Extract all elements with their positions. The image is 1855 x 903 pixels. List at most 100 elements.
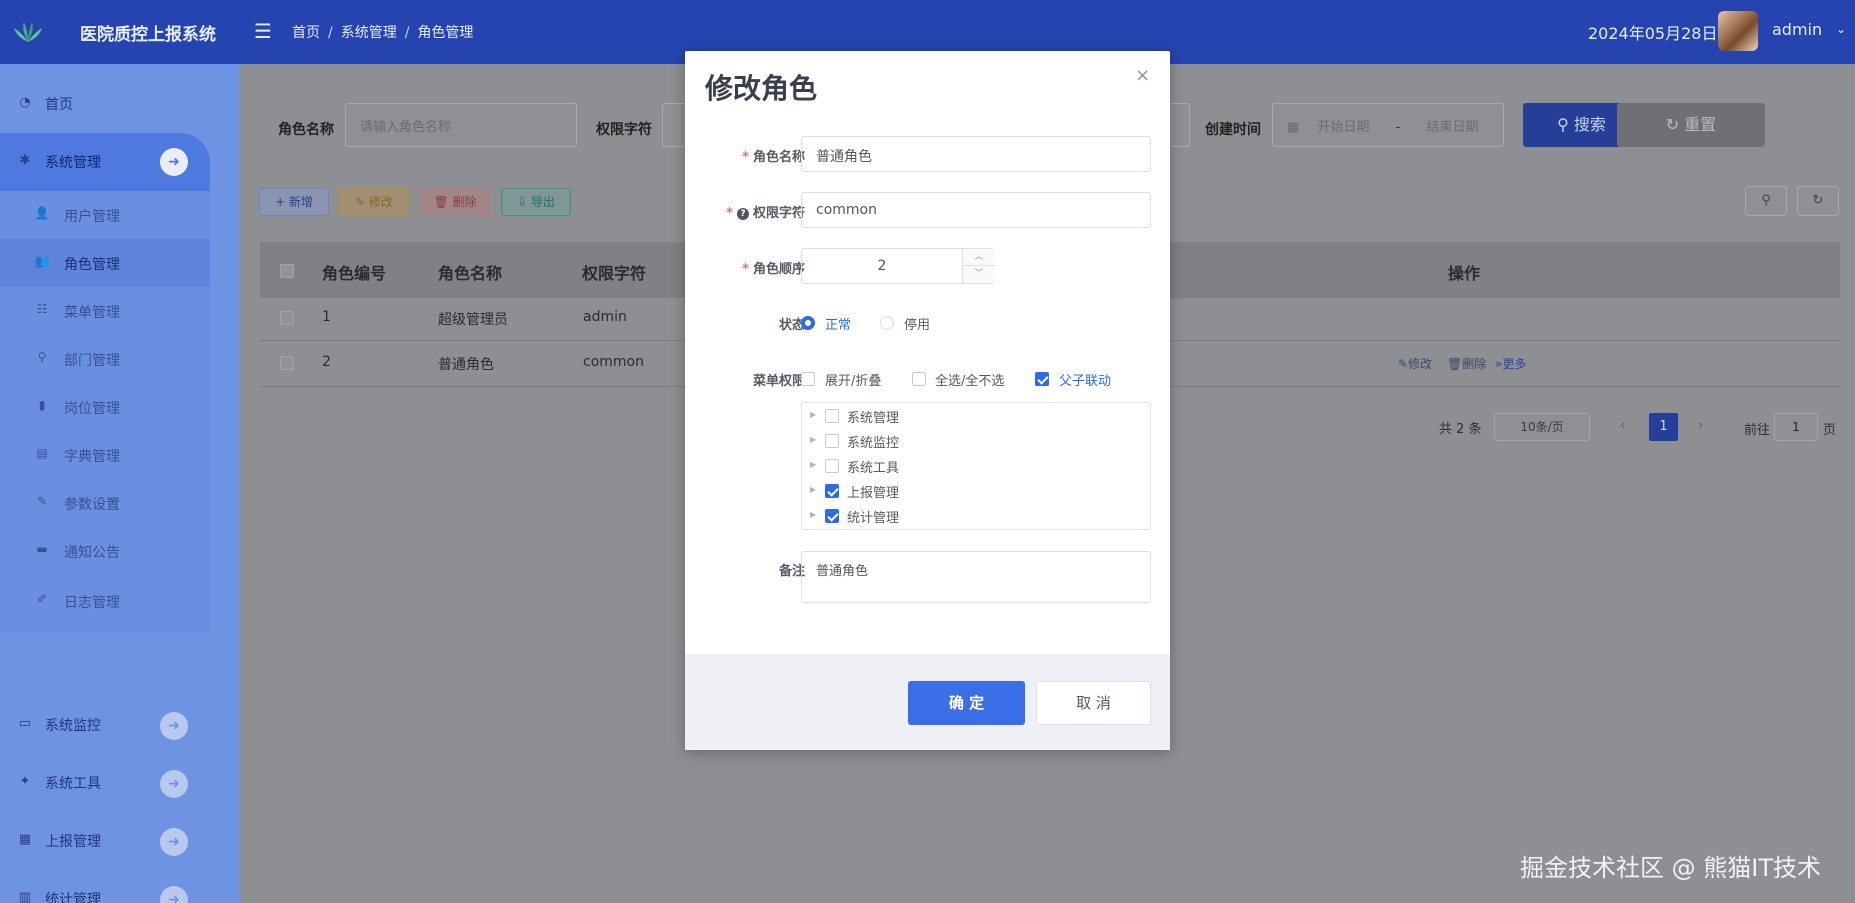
arrow-right-icon: ➜: [160, 148, 188, 176]
sidebar-item-dict[interactable]: ▤ 字典管理: [0, 431, 210, 479]
role-name-input[interactable]: 普通角色: [801, 136, 1151, 172]
page-jump-input[interactable]: 1: [1774, 413, 1818, 441]
menu-toggle-icon[interactable]: ☰: [254, 20, 276, 42]
caret-right-icon[interactable]: ▶: [810, 435, 816, 444]
order-value[interactable]: 2: [802, 258, 962, 274]
pager-goto-label: 前往: [1744, 423, 1771, 438]
sidebar-item-menus[interactable]: ☷ 菜单管理: [0, 287, 210, 335]
reset-button-label: 重置: [1684, 115, 1717, 134]
caret-right-icon[interactable]: ▶: [810, 410, 816, 419]
sidebar-item-roles[interactable]: 👥 角色管理: [0, 239, 210, 287]
status-disabled-label[interactable]: 停用: [904, 314, 930, 333]
status-normal-label[interactable]: 正常: [825, 314, 851, 333]
search-icon: ⚲: [1557, 115, 1569, 134]
expand-collapse-checkbox[interactable]: [801, 372, 815, 386]
refresh-table-icon[interactable]: ↻: [1797, 186, 1839, 216]
sidebar-item-depts[interactable]: ⚲ 部门管理: [0, 335, 210, 383]
row-checkbox[interactable]: [280, 311, 294, 325]
grid-icon: ▦: [18, 832, 32, 847]
row-edit-link[interactable]: ✎修改: [1398, 355, 1432, 372]
close-icon[interactable]: ×: [1135, 65, 1150, 86]
sidebar-item-notice[interactable]: ▬ 通知公告: [0, 527, 210, 575]
row-checkbox[interactable]: [280, 356, 294, 370]
breadcrumb-home[interactable]: 首页: [292, 25, 320, 41]
toggle-search-icon[interactable]: ⚲: [1745, 186, 1787, 216]
dictionary-icon: ▤: [36, 446, 48, 460]
bar-chart-icon: ▥: [18, 890, 32, 903]
sidebar-item-tools[interactable]: ✦ 系统工具 ➜: [0, 757, 240, 809]
sidebar-item-label: 用户管理: [64, 209, 120, 225]
avatar[interactable]: [1718, 11, 1758, 51]
delete-button[interactable]: 🗑 删除: [420, 188, 490, 216]
status-label: 状态: [778, 318, 805, 333]
caret-right-icon[interactable]: ▶: [810, 485, 816, 494]
dialog-footer: 确 定 取 消: [685, 654, 1170, 750]
role-name-filter-label: 角色名称: [278, 122, 334, 138]
row-delete-link[interactable]: 🗑删除: [1447, 355, 1486, 372]
tree-node-checkbox[interactable]: [825, 434, 839, 448]
sidebar-item-label: 字典管理: [64, 449, 120, 465]
dialog-title: 修改角色: [705, 72, 818, 105]
add-button[interactable]: + 新增: [259, 188, 329, 216]
sidebar-item-posts[interactable]: ▮ 岗位管理: [0, 383, 210, 431]
sidebar-item-monitor[interactable]: ▭ 系统监控 ➜: [0, 699, 240, 751]
sidebar-item-label: 角色管理: [64, 257, 120, 273]
export-button[interactable]: ⇩ 导出: [501, 188, 571, 216]
tree-node-checkbox[interactable]: [825, 409, 839, 423]
linkage-checkbox[interactable]: [1035, 372, 1049, 386]
help-icon[interactable]: ?: [736, 208, 749, 220]
expand-collapse-label[interactable]: 展开/折叠: [825, 370, 881, 389]
order-stepper[interactable]: 2 ︿ ﹀: [801, 248, 995, 284]
date-start: 开始日期: [1317, 120, 1370, 135]
caret-right-icon[interactable]: ▶: [810, 510, 816, 519]
sidebar-item-report[interactable]: ▦ 上报管理 ➜: [0, 815, 240, 867]
sidebar-item-label: 系统监控: [45, 718, 101, 734]
tree-node-label: 系统管理: [847, 411, 900, 426]
next-page-icon[interactable]: ›: [1698, 418, 1703, 433]
sidebar-item-logs[interactable]: ✐ 日志管理: [0, 577, 210, 625]
role-name-filter-input[interactable]: 请输入角色名称: [345, 103, 577, 147]
increment-icon[interactable]: ︿: [962, 249, 995, 266]
arrow-right-icon: ➜: [160, 770, 188, 798]
sidebar-item-config[interactable]: ✎ 参数设置: [0, 479, 210, 527]
sidebar-item-label: 系统工具: [45, 776, 101, 792]
tree-node-checkbox[interactable]: [825, 509, 839, 523]
menu-tree: ▶ 系统管理 ▶ 系统监控 ▶ 系统工具 ▶ 上报管理 ▶ 统计管理: [801, 402, 1151, 530]
perm-input[interactable]: common: [801, 192, 1151, 228]
sidebar-item-users[interactable]: 👤 用户管理: [0, 191, 210, 239]
app-title: 医院质控上报系统: [80, 25, 216, 45]
chevron-down-icon[interactable]: ⌄: [1836, 22, 1846, 36]
org-tree-icon: ⚲: [37, 350, 47, 364]
select-all-label[interactable]: 全选/全不选: [935, 370, 1004, 389]
pager-unit: 页: [1823, 423, 1837, 438]
order-label-text: 角色顺序: [752, 262, 805, 277]
edit-button[interactable]: ✎ 修改: [339, 188, 409, 216]
reset-button[interactable]: ↻ 重置: [1617, 103, 1765, 147]
linkage-label[interactable]: 父子联动: [1059, 370, 1111, 389]
date-range-input[interactable]: ▦ 开始日期 - 结束日期: [1272, 103, 1504, 147]
role-id: 1: [322, 309, 331, 325]
tree-node-checkbox[interactable]: [825, 459, 839, 473]
select-all-checkbox[interactable]: [280, 264, 294, 278]
prev-page-icon[interactable]: ‹: [1620, 418, 1625, 433]
role-id: 2: [322, 354, 331, 370]
caret-right-icon[interactable]: ▶: [810, 460, 816, 469]
username[interactable]: admin: [1772, 20, 1822, 39]
select-all-checkbox[interactable]: [912, 372, 926, 386]
page-size-select[interactable]: 10条/页: [1494, 413, 1590, 441]
confirm-button[interactable]: 确 定: [908, 681, 1025, 725]
cancel-button[interactable]: 取 消: [1036, 681, 1151, 725]
remark-textarea[interactable]: 普通角色: [801, 551, 1151, 603]
row-more-link[interactable]: »更多: [1495, 355, 1526, 372]
status-normal-radio[interactable]: [801, 316, 815, 330]
badge-icon: ▮: [38, 398, 46, 412]
sidebar-item-system[interactable]: ✱ 系统管理 ➜: [0, 133, 210, 191]
decrement-icon[interactable]: ﹀: [962, 266, 995, 283]
status-disabled-radio[interactable]: [880, 316, 894, 330]
tree-node-checkbox[interactable]: [825, 484, 839, 498]
current-page[interactable]: 1: [1649, 413, 1678, 441]
watermark: 掘金技术社区 @ 熊猫IT技术: [1520, 854, 1821, 882]
sidebar-item-home[interactable]: ◔ 首页: [0, 78, 240, 130]
sidebar-item-stats[interactable]: ▥ 统计管理 ➜: [0, 873, 240, 903]
app-logo-icon: [14, 22, 42, 42]
